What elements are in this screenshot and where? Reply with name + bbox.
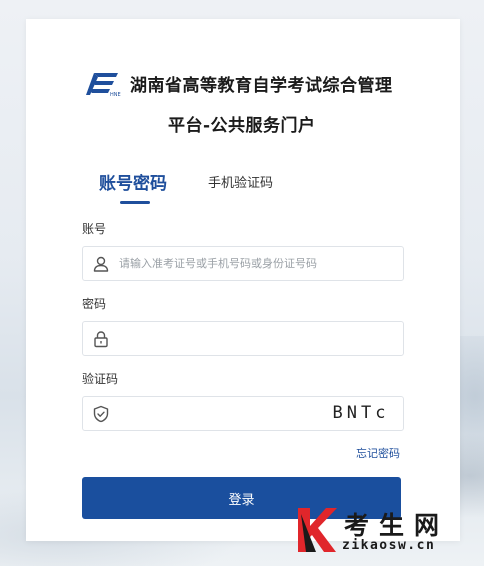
watermark-brand-en: zikaosw.cn: [342, 538, 436, 553]
tab-sms-code[interactable]: 手机验证码: [208, 172, 273, 191]
tab-label: 手机验证码: [208, 176, 274, 191]
captcha-label: 验证码: [82, 372, 119, 386]
user-icon: [93, 256, 109, 272]
login-tabs: 账号密码 手机验证码: [26, 169, 460, 209]
lock-icon: [94, 331, 108, 348]
tab-account-password[interactable]: 账号密码: [99, 169, 167, 204]
account-input[interactable]: [119, 247, 319, 280]
active-tab-indicator: [120, 201, 150, 204]
watermark: 考生网 zikaosw.cn: [296, 504, 480, 562]
watermark-brand-cn: 考生网: [344, 511, 450, 540]
account-field: [82, 246, 404, 281]
account-label: 账号: [82, 222, 107, 236]
shield-check-icon: [93, 405, 109, 423]
forgot-password-link[interactable]: 忘记密码: [356, 445, 400, 461]
k-logo-icon: [298, 508, 337, 552]
password-label: 密码: [82, 297, 107, 311]
captcha-image[interactable]: BNTc: [321, 400, 401, 427]
svg-text:HNE: HNE: [110, 92, 121, 97]
captcha-input[interactable]: [119, 397, 309, 430]
password-field: [82, 321, 404, 356]
hunan-exam-logo-icon: HNE: [86, 73, 121, 97]
page-title-line-1: 湖南省高等教育自学考试综合管理: [130, 76, 393, 96]
tab-label: 账号密码: [99, 174, 167, 194]
password-input[interactable]: [119, 322, 319, 355]
page-title-line-2: 平台-公共服务门户: [168, 116, 316, 136]
captcha-field: BNTc: [82, 396, 404, 431]
login-card: HNE 湖南省高等教育自学考试综合管理 平台-公共服务门户 账号密码 手机验证码…: [26, 19, 460, 541]
